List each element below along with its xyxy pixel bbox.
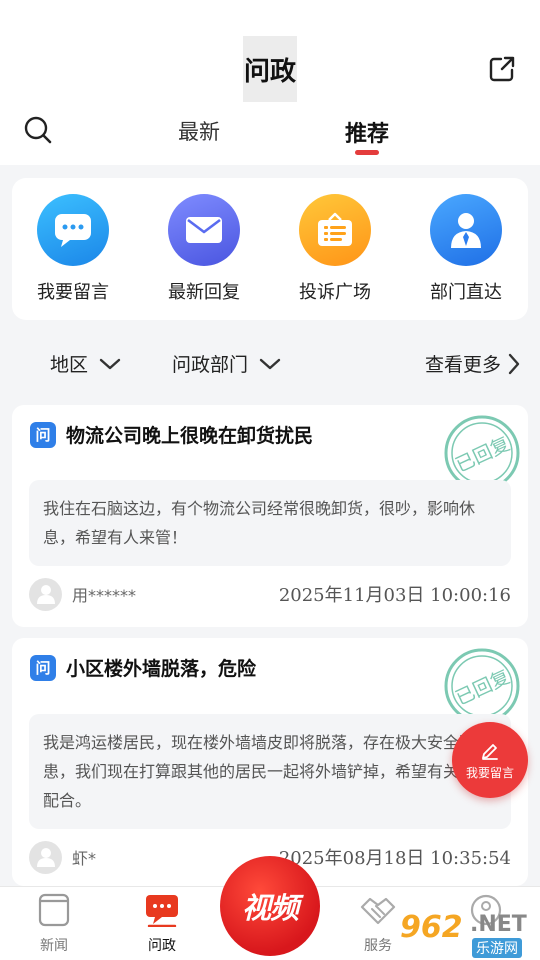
fab-label: 我要留言 [465,765,514,780]
region-filter[interactable]: 地区 [50,350,122,377]
region-filter-label: 地区 [50,354,89,376]
handshake-icon [360,897,396,925]
page-title: 问政 [243,36,297,102]
chevron-down-icon [99,358,121,369]
tab-latest[interactable]: 最新 [178,116,220,146]
watermark-site-name: 乐游网 [472,938,522,958]
quick-actions-card: 我要留言 最新回复 投诉广场 部门直达 [12,178,528,320]
post-timestamp: 2025年08月18日 10:35:54 [278,848,511,869]
post-timestamp: 2025年11月03日 10:00:16 [278,585,511,606]
nav-label: 服务 [364,938,392,954]
quick-action-label: 部门直达 [430,282,502,303]
post-body: 我是鸿运楼居民，现在楼外墙墙皮即将脱落，存在极大安全隐患，我们现在打算跟其他的居… [29,714,511,829]
watermark-net: .NET [470,912,527,937]
watermark-number: 962 [400,910,463,945]
question-badge-icon: 问 [30,421,56,448]
post-card[interactable]: 问 小区楼外墙脱落，危险 已回复 我是鸿运楼居民，现在楼外墙墙皮即将脱落，存在极… [12,638,528,886]
quick-action-complaint-square[interactable]: 投诉广场 [285,194,385,304]
quick-action-latest-reply[interactable]: 最新回复 [154,194,254,304]
board-list-icon [299,194,371,266]
tab-recommended[interactable]: 推荐 [345,116,389,148]
user-name: 虾* [72,849,97,868]
post-title-row: 问 物流公司晚上很晚在卸货扰民 [30,421,313,448]
quick-action-department[interactable]: 部门直达 [416,194,516,304]
share-icon[interactable] [488,55,516,83]
stamp-text: 已回复 [452,666,513,710]
video-button-label: 视频 [241,891,299,925]
nav-label: 新闻 [40,938,68,954]
quick-action-leave-message[interactable]: 我要留言 [23,194,123,304]
person-icon [430,194,502,266]
video-button[interactable]: 视频 [220,856,320,956]
quick-action-label: 我要留言 [37,282,109,303]
pencil-icon [482,743,498,760]
envelope-icon [168,194,240,266]
wenzheng-icon [146,895,178,928]
quick-action-label: 投诉广场 [299,282,371,303]
avatar [29,577,62,611]
nav-item-services[interactable]: 服务 [348,893,408,955]
avatar [29,840,62,874]
filter-bar: 地区 问政部门 查看更多 [0,350,540,390]
see-more-label: 查看更多 [425,354,502,376]
message-bubble-icon [37,194,109,266]
quick-action-label: 最新回复 [168,282,240,303]
nav-item-news[interactable]: 新闻 [24,893,84,955]
news-icon [38,893,70,927]
stamp-text: 已回复 [452,433,513,477]
post-title: 物流公司晚上很晚在卸货扰民 [66,425,314,447]
department-filter-label: 问政部门 [172,354,249,376]
question-badge-icon: 问 [30,654,56,681]
leave-message-fab[interactable]: 我要留言 [452,722,528,798]
post-meta: 用****** 2025年11月03日 10:00:16 [29,577,511,611]
post-title-row: 问 小区楼外墙脱落，危险 [30,654,256,681]
post-body: 我住在石脑这边，有个物流公司经常很晚卸货，很吵，影响休息，希望有人来管！ [29,480,511,566]
post-title: 小区楼外墙脱落，危险 [66,658,257,680]
nav-item-wenzheng[interactable]: 问政 [132,893,192,955]
search-icon[interactable] [24,116,52,144]
active-tab-indicator [355,150,379,155]
chevron-right-icon [508,353,520,374]
watermark-logo: 962 .NET 乐游网 [400,908,536,958]
user-name: 用****** [72,586,137,605]
see-more-link[interactable]: 查看更多 [425,350,521,377]
department-filter[interactable]: 问政部门 [172,350,282,377]
nav-label: 问政 [148,938,176,954]
chevron-down-icon [259,358,281,369]
header: 问政 最新 推荐 [0,0,540,165]
post-card[interactable]: 问 物流公司晚上很晚在卸货扰民 已回复 我住在石脑这边，有个物流公司经常很晚卸货… [12,405,528,627]
